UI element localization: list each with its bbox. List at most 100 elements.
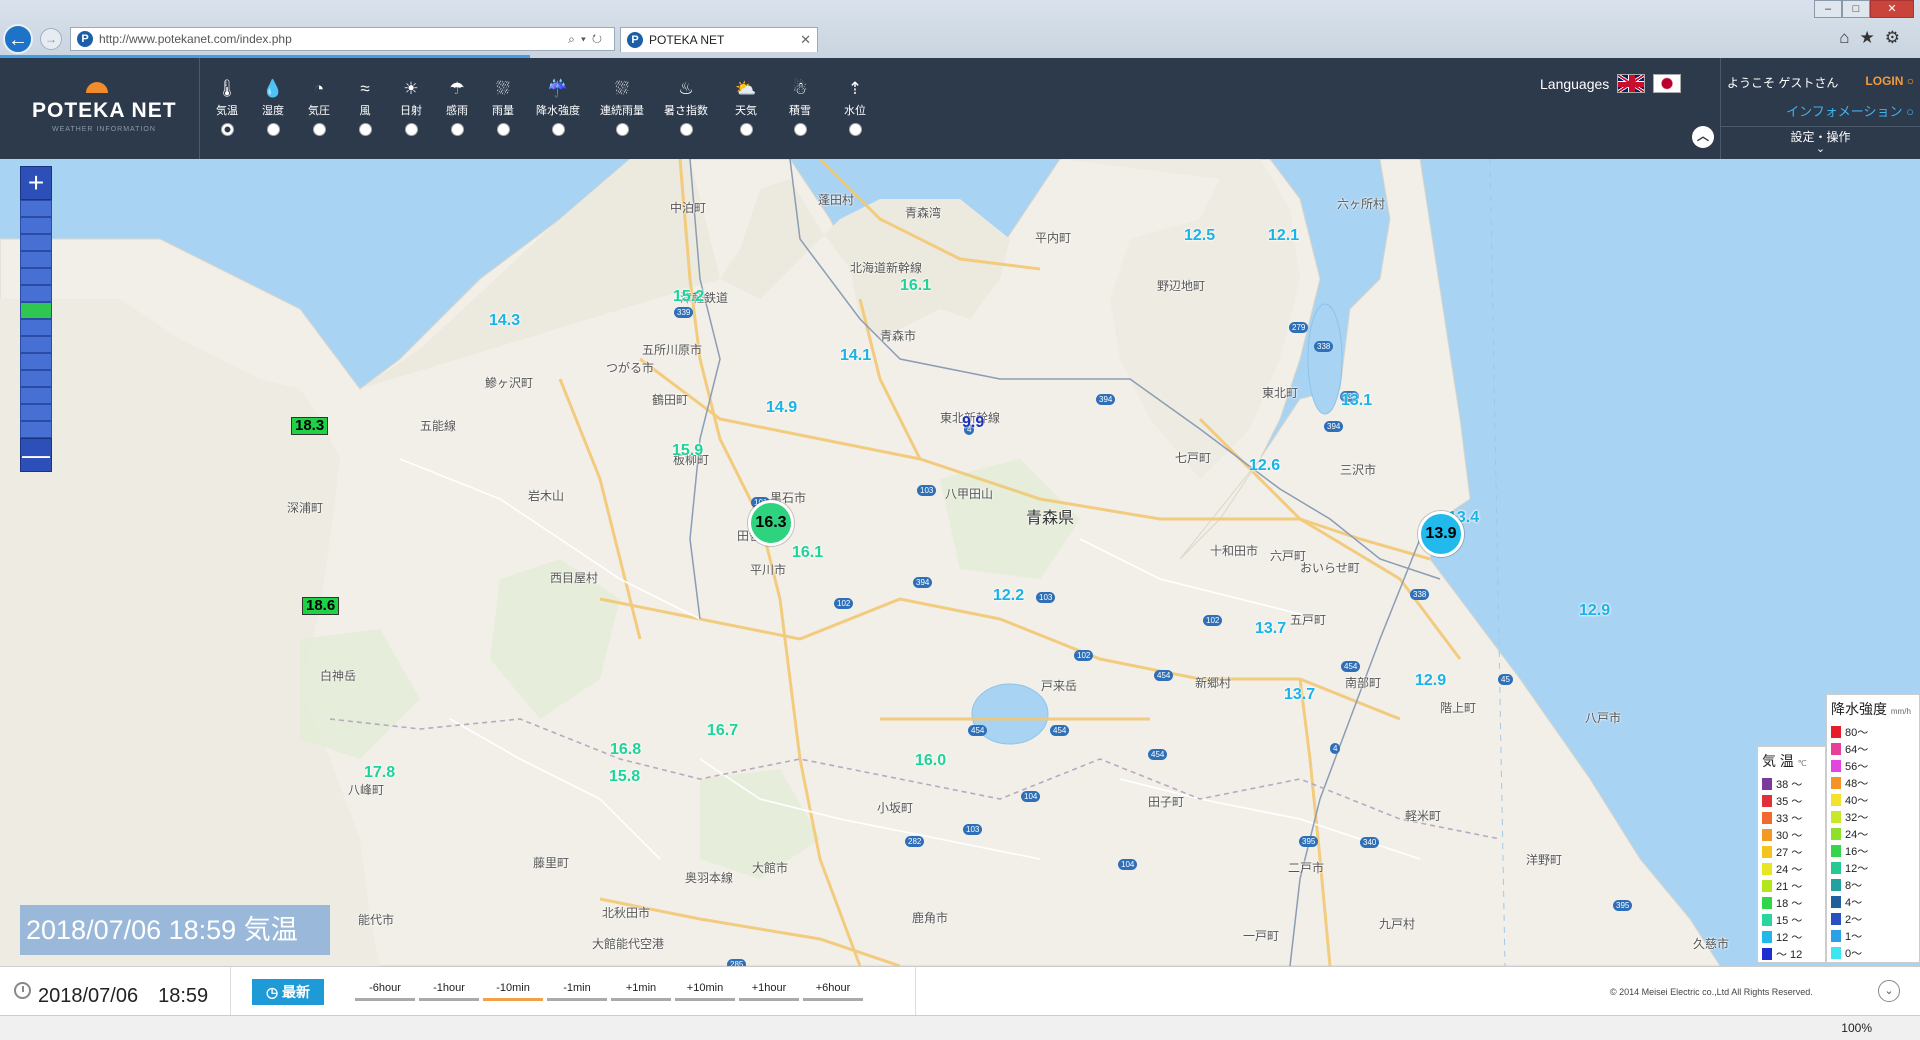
- temperature-reading[interactable]: 12.9: [1415, 672, 1446, 690]
- time-step-button[interactable]: +1hour: [739, 979, 799, 1001]
- station-bubble[interactable]: 13.9: [1418, 511, 1464, 557]
- layer-radio[interactable]: [450, 123, 464, 136]
- logo[interactable]: POTEKA NET WEATHER INFORMATION: [0, 58, 200, 159]
- layer-thermometer[interactable]: 🌡 気温: [204, 58, 250, 159]
- close-window-button[interactable]: ✕: [1870, 0, 1914, 18]
- zoom-in-button[interactable]: +: [20, 166, 52, 200]
- layer-radio[interactable]: [266, 123, 280, 136]
- layer-radio[interactable]: [220, 123, 234, 136]
- chevron-down-icon[interactable]: ⌄: [1878, 980, 1900, 1002]
- layer-radio[interactable]: [739, 123, 753, 136]
- temperature-reading[interactable]: 16.8: [610, 741, 641, 759]
- zoom-level-segment[interactable]: [20, 421, 52, 438]
- url-text[interactable]: http://www.potekanet.com/index.php: [99, 32, 562, 46]
- layer-sun[interactable]: ☀ 日射: [388, 58, 434, 159]
- zoom-level-segment[interactable]: [20, 302, 52, 319]
- map[interactable]: 中泊町 蓬田村 平内町 六ヶ所村 野辺地町 五所川原市 つがる市 青森市 鰺ヶ沢町 鶴田町 東北町板…: [0, 159, 1920, 966]
- gear-icon[interactable]: ⚙: [1885, 28, 1910, 47]
- address-bar[interactable]: P http://www.potekanet.com/index.php ⌕▾↻: [70, 27, 615, 51]
- time-step-button[interactable]: -6hour: [355, 979, 415, 1001]
- maximize-button[interactable]: □: [1842, 0, 1870, 18]
- temperature-reading[interactable]: 16.1: [900, 277, 931, 295]
- zoom-out-button[interactable]: —: [20, 438, 52, 472]
- tab-close-icon[interactable]: ✕: [800, 32, 817, 48]
- temperature-reading[interactable]: 12.1: [1268, 227, 1299, 245]
- temperature-reading[interactable]: 16.0: [915, 752, 946, 770]
- zoom-level-segment[interactable]: [20, 251, 52, 268]
- favorites-star-icon[interactable]: ★: [1860, 28, 1885, 47]
- zoom-level-segment[interactable]: [20, 319, 52, 336]
- information-link[interactable]: インフォメーション ○: [1786, 101, 1914, 120]
- temperature-reading[interactable]: 18.6: [302, 597, 340, 615]
- zoom-level-segment[interactable]: [20, 285, 52, 302]
- collapse-header-button[interactable]: ︿: [1692, 126, 1714, 148]
- layer-snowman[interactable]: ☃ 積雪: [774, 58, 826, 159]
- layer-radio[interactable]: [679, 123, 693, 136]
- temperature-reading[interactable]: 18.3: [291, 417, 329, 435]
- layer-weather[interactable]: ⛅ 天気: [718, 58, 774, 159]
- temperature-reading[interactable]: 15.2: [673, 288, 704, 306]
- layer-rain-intensity[interactable]: ☔ 降水強度: [526, 58, 590, 159]
- layer-pressure[interactable]: ◔ 気圧: [296, 58, 342, 159]
- time-step-button[interactable]: -10min: [483, 979, 543, 1001]
- layer-radio[interactable]: [404, 123, 418, 136]
- time-step-button[interactable]: +10min: [675, 979, 735, 1001]
- zoom-level-segment[interactable]: [20, 404, 52, 421]
- browser-tab[interactable]: P POTEKA NET ✕: [620, 27, 818, 52]
- temperature-reading[interactable]: 14.3: [489, 312, 520, 330]
- zoom-level-segment[interactable]: [20, 234, 52, 251]
- temperature-reading[interactable]: 16.7: [707, 722, 738, 740]
- uk-flag-icon[interactable]: [1617, 74, 1646, 93]
- time-step-button[interactable]: -1hour: [419, 979, 479, 1001]
- chevron-down-icon[interactable]: ⌄: [1721, 142, 1920, 155]
- temperature-reading[interactable]: 15.9: [672, 442, 703, 460]
- layer-radio[interactable]: [496, 123, 510, 136]
- zoom-level-segment[interactable]: [20, 217, 52, 234]
- temperature-reading[interactable]: 17.8: [364, 764, 395, 782]
- temperature-reading[interactable]: 13.7: [1284, 686, 1315, 704]
- temperature-reading[interactable]: 14.1: [840, 347, 871, 365]
- layer-umbrella[interactable]: ☂ 感雨: [434, 58, 480, 159]
- login-link[interactable]: LOGIN ○: [1865, 74, 1914, 88]
- zoom-level-segment[interactable]: [20, 370, 52, 387]
- temperature-reading[interactable]: 9.9: [962, 414, 984, 432]
- layer-radio[interactable]: [615, 123, 629, 136]
- time-step-button[interactable]: -1min: [547, 979, 607, 1001]
- layer-radio[interactable]: [312, 123, 326, 136]
- temperature-reading[interactable]: 16.1: [792, 544, 823, 562]
- forward-arrow-icon[interactable]: →: [40, 28, 62, 50]
- layer-humidity[interactable]: 💧 湿度: [250, 58, 296, 159]
- temperature-reading[interactable]: 13.7: [1255, 620, 1286, 638]
- japan-flag-icon[interactable]: [1653, 74, 1682, 93]
- temperature-reading[interactable]: 12.6: [1249, 457, 1280, 475]
- layer-wind[interactable]: ≈ 風: [342, 58, 388, 159]
- temperature-reading[interactable]: 13.1: [1341, 392, 1372, 410]
- layer-water-level[interactable]: ⇡ 水位: [826, 58, 884, 159]
- zoom-level-segment[interactable]: [20, 387, 52, 404]
- zoom-level-segment[interactable]: [20, 353, 52, 370]
- temperature-reading[interactable]: 12.9: [1579, 602, 1610, 620]
- latest-button[interactable]: ◷ 最新: [252, 979, 324, 1005]
- zoom-level-track[interactable]: [20, 200, 52, 438]
- zoom-level-segment[interactable]: [20, 336, 52, 353]
- layer-radio[interactable]: [793, 123, 807, 136]
- temperature-reading[interactable]: 12.5: [1184, 227, 1215, 245]
- search-refresh-icon[interactable]: ⌕▾↻: [568, 32, 614, 47]
- layer-radio[interactable]: [358, 123, 372, 136]
- zoom-level-segment[interactable]: [20, 200, 52, 217]
- layer-heat-index[interactable]: ♨ 暑さ指数: [654, 58, 718, 159]
- back-arrow-icon[interactable]: ←: [3, 24, 33, 54]
- temperature-reading[interactable]: 12.2: [993, 587, 1024, 605]
- temperature-reading[interactable]: 15.8: [609, 768, 640, 786]
- zoom-level-segment[interactable]: [20, 268, 52, 285]
- time-step-button[interactable]: +6hour: [803, 979, 863, 1001]
- minimize-button[interactable]: –: [1814, 0, 1842, 18]
- layer-radio[interactable]: [551, 123, 565, 136]
- layer-rain-gauge[interactable]: ⛆ 雨量: [480, 58, 526, 159]
- home-icon[interactable]: ⌂: [1839, 28, 1859, 47]
- layer-continuous-rain[interactable]: ⛆ 連続雨量: [590, 58, 654, 159]
- station-bubble[interactable]: 16.3: [748, 500, 794, 546]
- time-step-button[interactable]: +1min: [611, 979, 671, 1001]
- temperature-reading[interactable]: 14.9: [766, 399, 797, 417]
- layer-radio[interactable]: [848, 123, 862, 136]
